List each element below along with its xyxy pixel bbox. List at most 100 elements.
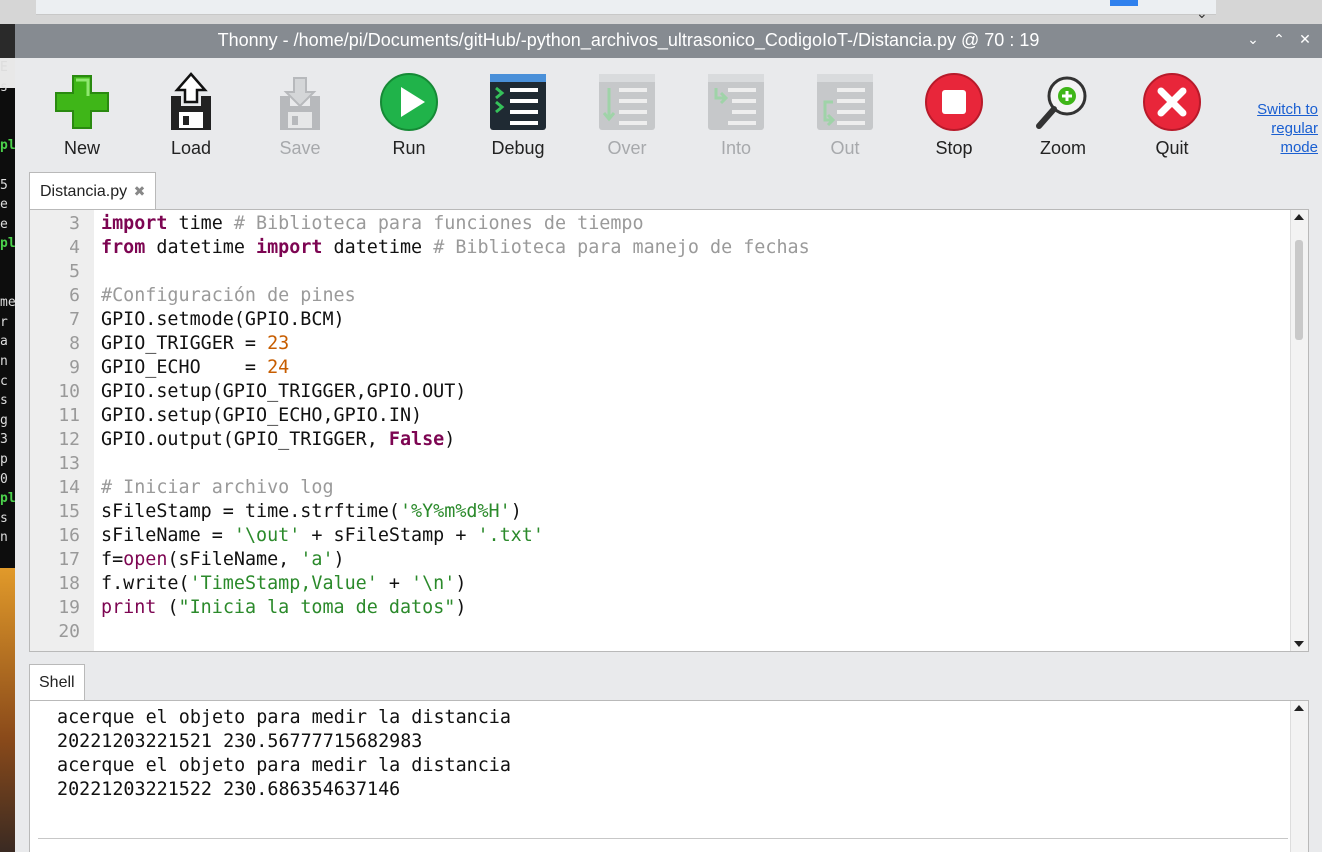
tab-close-icon[interactable]: ✖ [134, 183, 146, 199]
play-icon [380, 73, 438, 131]
shell-panel[interactable]: acerque el objeto para medir la distanci… [29, 700, 1309, 852]
code-line: GPIO.setup(GPIO_ECHO,GPIO.IN) [101, 405, 422, 426]
scrollbar-thumb[interactable] [1295, 240, 1303, 340]
code-token: 24 [267, 357, 290, 378]
window-title: Thonny - /home/pi/Documents/gitHub/-pyth… [217, 30, 1040, 50]
close-window-icon[interactable]: ✕ [1294, 29, 1316, 51]
save-button[interactable]: Save [246, 64, 354, 182]
tab-shell[interactable]: Shell [29, 664, 85, 701]
debug-icon [490, 74, 546, 130]
switch-link-line: regular [1271, 120, 1318, 137]
code-token: 'TimeStamp,Value' [189, 573, 378, 594]
background-terminal-char: e [0, 216, 8, 232]
code-token: + [377, 573, 412, 594]
background-terminal-char: E [0, 60, 8, 75]
run-button[interactable]: Run [355, 64, 463, 182]
editor-scrollbar[interactable] [1290, 210, 1308, 651]
code-token: from [101, 237, 146, 258]
line-number: 8 [69, 333, 80, 354]
background-terminal-char: me [0, 295, 15, 311]
line-number: 6 [69, 285, 80, 306]
line-number: 10 [58, 381, 80, 402]
debug-button[interactable]: Debug [464, 64, 572, 182]
code-line: GPIO.setup(GPIO_TRIGGER,GPIO.OUT) [101, 381, 466, 402]
code-line: f=open(sFileName, 'a') [101, 549, 345, 570]
line-number: 9 [69, 357, 80, 378]
line-number: 11 [58, 405, 80, 426]
step-into-button[interactable]: Into [682, 64, 790, 182]
code-token: time [178, 213, 234, 234]
zoom-label: Zoom [1039, 138, 1086, 158]
title-bar[interactable]: Thonny - /home/pi/Documents/gitHub/-pyth… [15, 24, 1322, 58]
code-token: import [256, 237, 323, 258]
new-label: New [63, 138, 100, 158]
into-label: Into [720, 138, 752, 158]
line-number: 12 [58, 429, 80, 450]
quit-label: Quit [1155, 138, 1189, 158]
plus-icon [55, 75, 109, 129]
scroll-down-icon[interactable] [1294, 641, 1304, 647]
minimize-icon[interactable]: ⌄ [1242, 29, 1264, 51]
zoom-icon [1036, 76, 1087, 129]
load-button[interactable]: Load [137, 64, 245, 182]
background-terminal-char: 5 [0, 177, 8, 193]
scroll-up-icon[interactable] [1294, 214, 1304, 220]
run-label: Run [392, 138, 426, 158]
line-number: 5 [69, 261, 80, 282]
background-terminal-char: e [0, 197, 8, 213]
code-token: GPIO_TRIGGER = [101, 333, 268, 354]
background-terminal-char: c [0, 373, 8, 389]
maximize-icon[interactable]: ⌃ [1268, 29, 1290, 51]
toolbar: New Load Save Run Debug Over Into Out St… [15, 58, 1322, 186]
code-token: + sFileStamp + [300, 525, 478, 546]
step-over-icon [599, 74, 655, 130]
background-terminal-char: 0 [0, 471, 8, 487]
tab-distancia-py[interactable]: Distancia.py ✖ [29, 172, 157, 209]
shell-scrollbar[interactable] [1290, 701, 1308, 852]
line-number: 14 [58, 477, 80, 498]
code-token: '.txt' [477, 525, 544, 546]
code-token: ) [444, 429, 456, 450]
background-browser-tab [36, 0, 1216, 15]
background-terminal-char: 3 [0, 432, 8, 448]
zoom-button[interactable]: Zoom [1009, 64, 1117, 182]
background-terminal-char: a [0, 334, 8, 350]
code-line: f.write('TimeStamp,Value' + '\n') [101, 573, 466, 594]
line-number: 15 [58, 501, 80, 522]
code-line: print ("Inicia la toma de datos") [101, 597, 466, 618]
over-label: Over [607, 138, 647, 158]
shell-line: acerque el objeto para medir la distanci… [57, 755, 511, 776]
code-line: GPIO_TRIGGER = 23 [101, 333, 289, 354]
line-number: 19 [58, 597, 80, 618]
shell-line: 20221203221522 230.686354637146 [57, 779, 401, 800]
scroll-up-icon[interactable] [1294, 705, 1304, 711]
code-token: 'a' [300, 549, 334, 570]
code-token: "Inicia la toma de datos" [178, 597, 456, 618]
code-line: # Iniciar archivo log [101, 477, 334, 498]
code-line: from datetime import datetime # Bibliote… [101, 237, 810, 258]
code-token: GPIO.setmode(GPIO.BCM) [101, 309, 345, 330]
code-token: sFileName = [101, 525, 234, 546]
code-line: #Configuración de pines [101, 285, 356, 306]
background-terminal-char: s [0, 393, 8, 409]
line-number: 17 [58, 549, 80, 570]
step-out-button[interactable]: Out [791, 64, 899, 182]
background-accent [1110, 0, 1138, 6]
code-token: ( [156, 597, 179, 618]
new-button[interactable]: New [28, 64, 136, 182]
code-line: sFileStamp = time.strftime('%Y%m%d%H') [101, 501, 522, 522]
code-editor[interactable]: 3 4 5 6 7 8 9 10 11 12 13 14 15 16 17 18 19 20 import tim… [29, 209, 1309, 652]
stop-button[interactable]: Stop [900, 64, 1008, 182]
background-terminal-char: r [0, 314, 8, 330]
code-token: sFileStamp = time.strftime( [101, 501, 400, 522]
step-over-button[interactable]: Over [573, 64, 681, 182]
line-number: 4 [69, 237, 80, 258]
shell-line: acerque el objeto para medir la distanci… [57, 707, 511, 728]
quit-button[interactable]: Quit [1118, 64, 1226, 182]
shell-prompt-separator [38, 838, 1288, 839]
save-icon [280, 77, 320, 130]
out-label: Out [830, 138, 860, 158]
switch-to-regular-mode-link[interactable]: Switch to regular mode [1228, 100, 1318, 157]
code-area[interactable]: import time # Biblioteca para funciones … [101, 210, 1290, 651]
code-token: '%Y%m%d%H' [399, 501, 511, 522]
